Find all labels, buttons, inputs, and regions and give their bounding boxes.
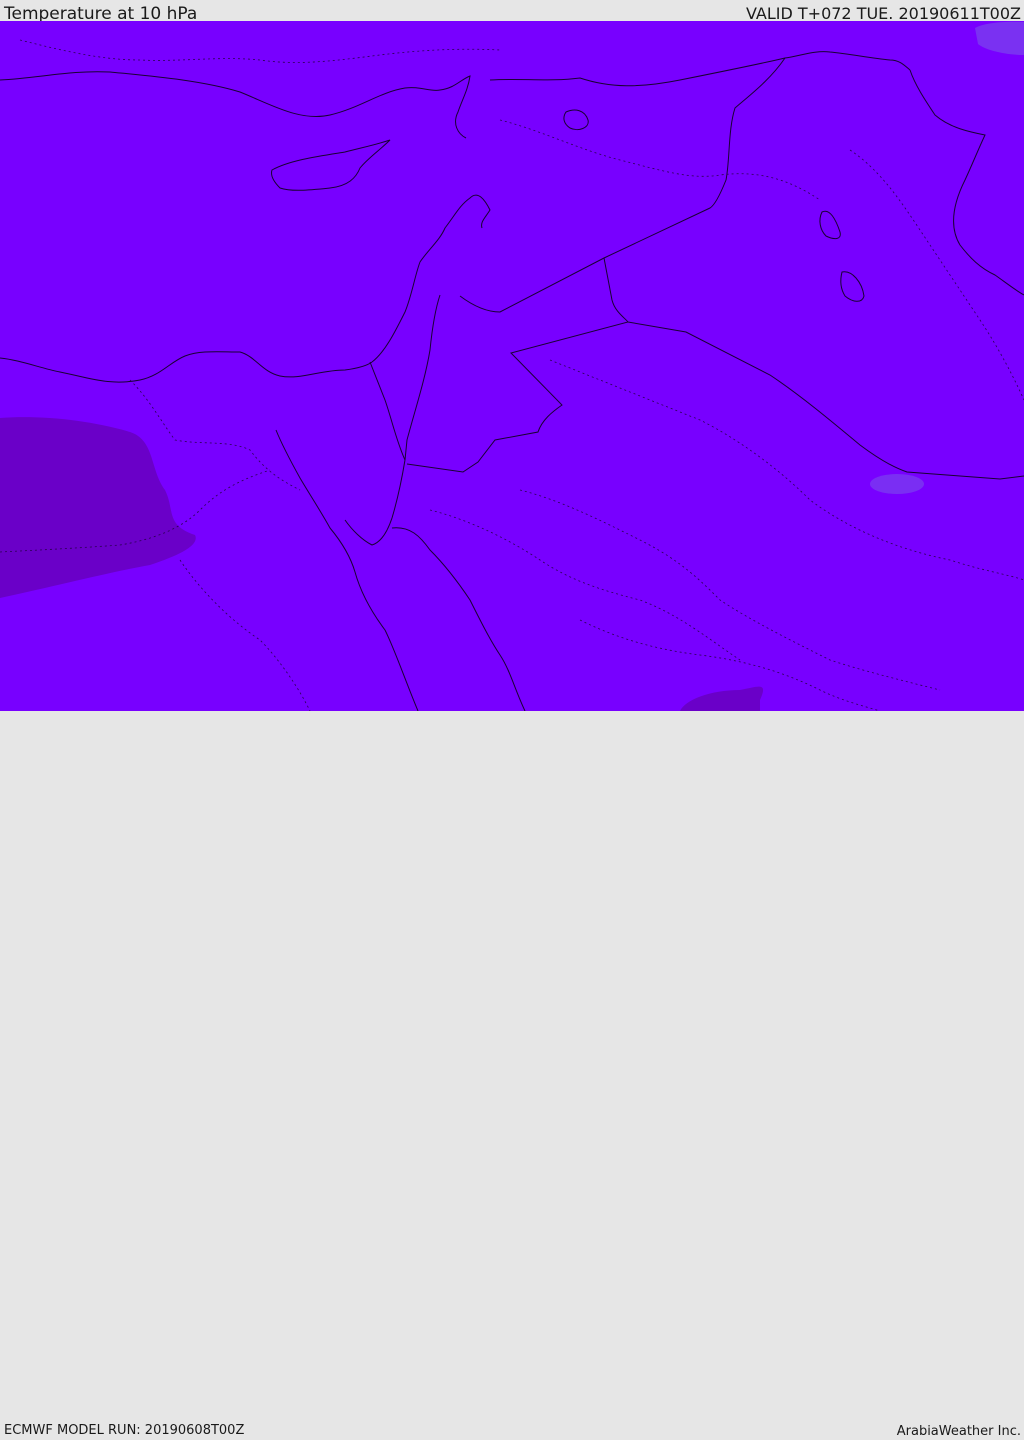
temperature-patch-east bbox=[870, 474, 924, 494]
map-svg bbox=[0, 21, 1024, 711]
temperature-field bbox=[0, 21, 1024, 711]
footer-bar: ECMWF MODEL RUN: 20190608T00Z ArabiaWeat… bbox=[0, 711, 1024, 1439]
header-bar: Temperature at 10 hPa VALID T+072 TUE. 2… bbox=[0, 0, 1024, 24]
credit-label: ArabiaWeather Inc. bbox=[896, 1424, 1021, 1439]
map-canvas bbox=[0, 21, 1024, 711]
model-run-label: ECMWF MODEL RUN: 20190608T00Z bbox=[4, 1423, 245, 1438]
